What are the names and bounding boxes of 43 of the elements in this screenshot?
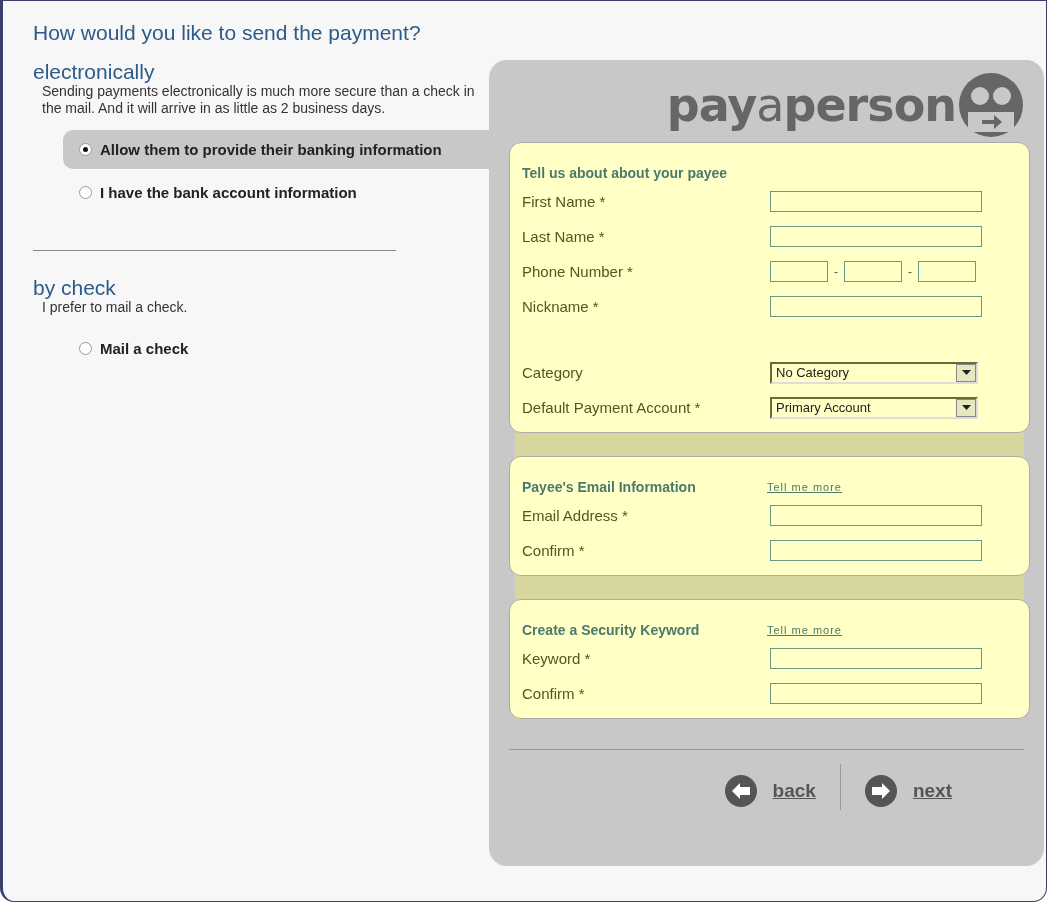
- field-label: Default Payment Account *: [522, 399, 702, 416]
- method-title: by check: [33, 277, 117, 299]
- radio-option[interactable]: Allow them to provide their banking information: [63, 130, 492, 169]
- next-link[interactable]: next: [840, 772, 976, 810]
- field-label: Confirm *: [522, 542, 586, 559]
- field-label: Keyword *: [522, 650, 592, 667]
- section-title: Payee's Email Information: [522, 479, 697, 495]
- phone-field[interactable]: [770, 261, 828, 282]
- text-field[interactable]: [770, 540, 982, 561]
- separator: -: [907, 264, 913, 279]
- field-label: Last Name *: [522, 228, 606, 245]
- text-field[interactable]: [770, 226, 982, 247]
- section-title: Tell us about about your payee: [522, 165, 729, 181]
- field-label: Category: [522, 364, 584, 381]
- text-field[interactable]: [770, 505, 982, 526]
- field-label: Confirm *: [522, 685, 586, 702]
- method-description: I prefer to mail a check.: [42, 299, 189, 316]
- dropdown[interactable]: Primary Account: [770, 396, 978, 419]
- caret-icon: [961, 405, 971, 410]
- back-link[interactable]: back: [700, 772, 840, 810]
- radio-option[interactable]: Mail a check: [63, 329, 492, 368]
- phone-field[interactable]: [844, 261, 902, 282]
- field-label: First Name *: [522, 193, 607, 210]
- phone-field[interactable]: [918, 261, 976, 282]
- tell-me-more-link[interactable]: Tell me more: [767, 624, 842, 636]
- field-label: Nickname *: [522, 298, 600, 315]
- dropdown[interactable]: No Category: [770, 361, 978, 384]
- radio-option[interactable]: I have the bank account information: [63, 173, 492, 212]
- text-field[interactable]: [770, 296, 982, 317]
- logo: payaperson: [666, 78, 956, 132]
- text-field[interactable]: [770, 191, 982, 212]
- method-title: electronically: [33, 61, 156, 83]
- tell-me-more-link[interactable]: Tell me more: [767, 481, 842, 493]
- text-field[interactable]: [770, 683, 982, 704]
- text-field[interactable]: [770, 648, 982, 669]
- page-heading: How would you like to send the payment?: [33, 21, 422, 45]
- field-label: Phone Number *: [522, 263, 634, 280]
- separator: -: [833, 264, 839, 279]
- caret-icon: [961, 370, 971, 375]
- field-label: Email Address *: [522, 507, 629, 524]
- method-description: Sending payments electronically is much more secure than a check in the mail. And it will arrive in as little as 2 business days.: [42, 83, 476, 117]
- people-icon: [958, 72, 1024, 138]
- section-title: Create a Security Keyword: [522, 622, 701, 638]
